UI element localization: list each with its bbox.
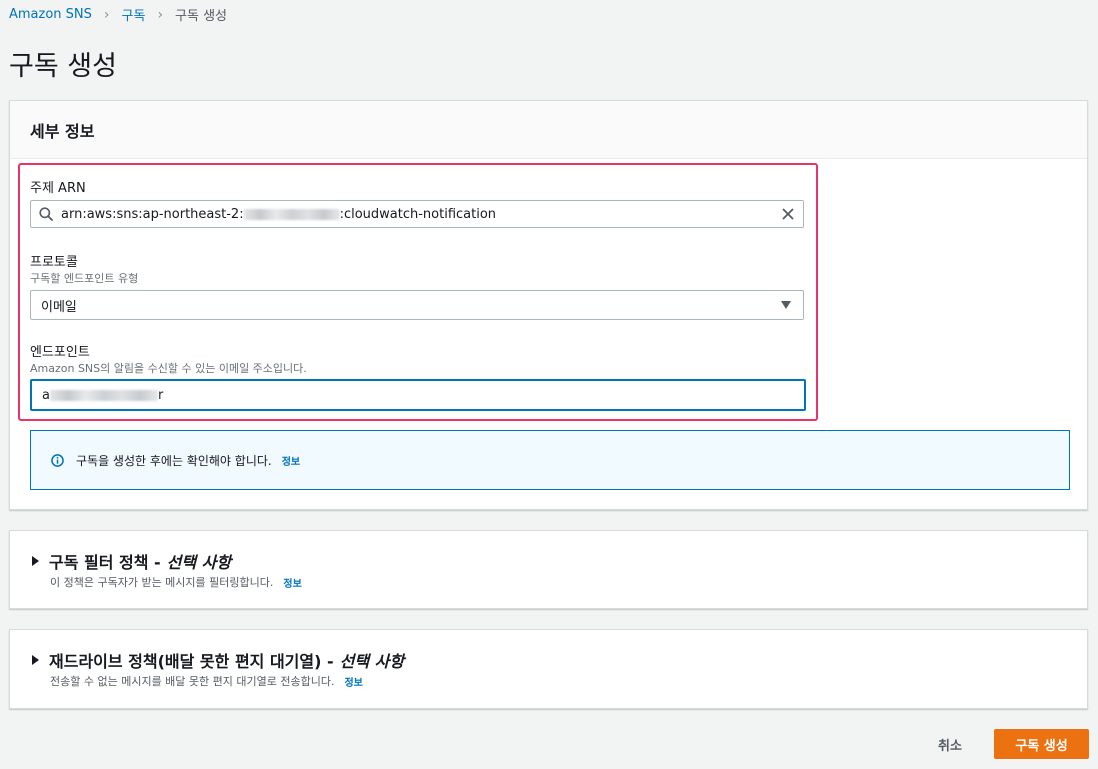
breadcrumb-subscriptions[interactable]: 구독	[122, 5, 146, 24]
info-link[interactable]: 정보	[282, 453, 300, 468]
info-alert: 구독을 생성한 후에는 확인해야 합니다. 정보	[30, 430, 1070, 490]
redrive-policy-description-row: 전송할 수 없는 메시지를 배달 못한 편지 대기열로 전송합니다. 정보	[50, 673, 363, 689]
filter-policy-panel: 구독 필터 정책 - 선택 사항 이 정책은 구독자가 받는 메시지를 필터링합…	[9, 530, 1088, 609]
redrive-policy-optional: 선택 사항	[339, 652, 405, 671]
filter-policy-title: 구독 필터 정책 -	[49, 553, 161, 572]
chevron-right-icon: ›	[157, 6, 164, 23]
cancel-button[interactable]: 취소	[925, 729, 975, 759]
redrive-policy-toggle[interactable]: 재드라이브 정책(배달 못한 편지 대기열) - 선택 사항	[32, 648, 404, 672]
details-panel-header: 세부 정보	[10, 101, 1087, 159]
endpoint-description: Amazon SNS의 알림을 수신할 수 있는 이메일 주소입니다.	[30, 362, 307, 375]
protocol-description: 구독할 엔드포인트 유형	[30, 272, 139, 285]
close-icon[interactable]	[773, 208, 803, 220]
details-panel: 세부 정보 주제 ARN arn:aws:sns:ap-northeast-2:…	[9, 100, 1088, 510]
topic-arn-label: 주제 ARN	[30, 181, 86, 196]
caret-right-icon	[32, 556, 39, 566]
endpoint-label: 엔드포인트	[30, 345, 90, 360]
redrive-policy-title: 재드라이브 정책(배달 못한 편지 대기열) -	[49, 652, 334, 671]
caret-right-icon	[32, 655, 39, 665]
redacted-email	[49, 389, 158, 401]
redrive-policy-panel: 재드라이브 정책(배달 못한 편지 대기열) - 선택 사항 전송할 수 없는 …	[9, 629, 1088, 709]
search-icon	[31, 207, 61, 221]
filter-policy-optional: 선택 사항	[166, 553, 232, 572]
topic-arn-input[interactable]: arn:aws:sns:ap-northeast-2::cloudwatch-n…	[30, 200, 804, 228]
protocol-label: 프로토콜	[30, 255, 78, 270]
filter-policy-info-link[interactable]: 정보	[283, 575, 301, 590]
details-heading: 세부 정보	[30, 121, 95, 141]
topic-arn-value: arn:aws:sns:ap-northeast-2::cloudwatch-n…	[61, 206, 497, 222]
filter-policy-description-row: 이 정책은 구독자가 받는 메시지를 필터링합니다. 정보	[50, 574, 302, 590]
breadcrumb: Amazon SNS › 구독 › 구독 생성	[9, 5, 228, 25]
protocol-select[interactable]: 이메일	[30, 290, 804, 320]
info-icon	[51, 453, 64, 467]
page-title: 구독 생성	[9, 51, 117, 82]
filter-policy-toggle[interactable]: 구독 필터 정책 - 선택 사항	[32, 549, 231, 573]
redacted-account-id	[243, 208, 340, 220]
create-subscription-button[interactable]: 구독 생성	[994, 729, 1089, 759]
protocol-selected-value: 이메일	[41, 299, 77, 315]
chevron-right-icon: ›	[103, 6, 110, 23]
redrive-policy-description: 전송할 수 없는 메시지를 배달 못한 편지 대기열로 전송합니다.	[50, 675, 335, 688]
info-alert-text: 구독을 생성한 후에는 확인해야 합니다.	[76, 453, 272, 468]
breadcrumb-current: 구독 생성	[175, 9, 228, 24]
caret-down-icon	[781, 301, 791, 309]
redrive-policy-info-link[interactable]: 정보	[344, 674, 362, 689]
endpoint-input[interactable]: ar	[30, 379, 806, 411]
breadcrumb-amazon-sns[interactable]: Amazon SNS	[9, 7, 92, 22]
filter-policy-description: 이 정책은 구독자가 받는 메시지를 필터링합니다.	[50, 576, 274, 589]
